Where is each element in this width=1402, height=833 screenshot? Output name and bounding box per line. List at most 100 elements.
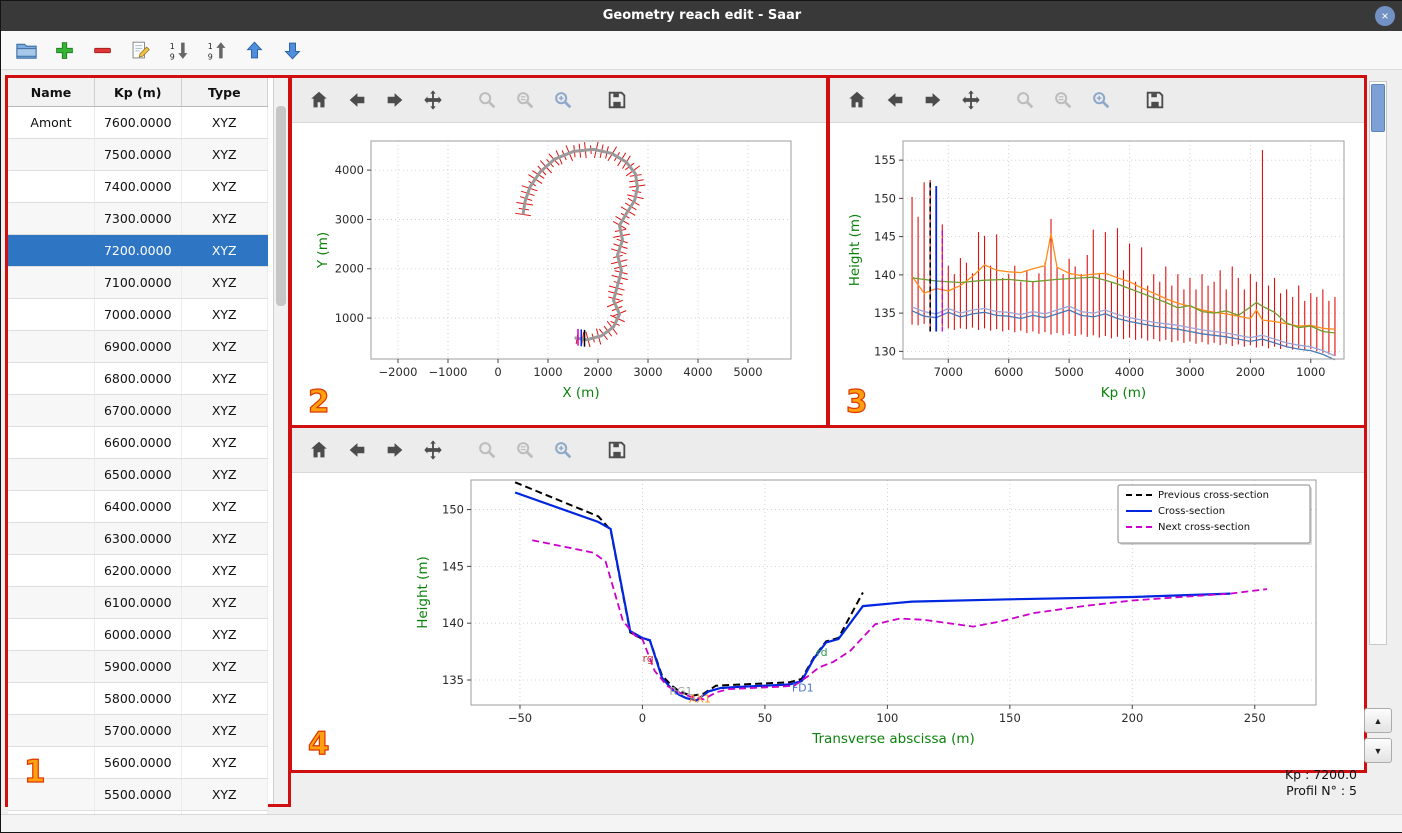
table-cell[interactable] (8, 651, 95, 683)
table-cell[interactable]: XYZ (181, 459, 268, 491)
home-button[interactable] (304, 85, 334, 115)
table-cell[interactable]: 5500.0000 (95, 779, 182, 811)
table-cell[interactable]: XYZ (181, 171, 268, 203)
table-cell[interactable]: 7100.0000 (95, 267, 182, 299)
table-row[interactable]: 7300.0000XYZ (8, 203, 268, 235)
table-cell[interactable]: XYZ (181, 107, 268, 139)
previous-profile-button[interactable]: ▲ (1364, 708, 1392, 733)
table-row[interactable]: 5500.0000XYZ (8, 779, 268, 811)
plan-view-plot[interactable]: −2000−1000010002000300040005000100020003… (292, 123, 820, 423)
pan-button[interactable] (418, 435, 448, 465)
table-cell[interactable] (8, 235, 95, 267)
edit-profile-button[interactable] (125, 35, 155, 65)
table-row[interactable]: 5600.0000XYZ (8, 747, 268, 779)
table-cell[interactable] (8, 523, 95, 555)
table-cell[interactable]: XYZ (181, 715, 268, 747)
table-cell[interactable]: XYZ (181, 363, 268, 395)
zoom-button[interactable] (472, 435, 502, 465)
table-cell[interactable] (8, 555, 95, 587)
table-cell[interactable]: 7200.0000 (95, 235, 182, 267)
table-scrollbar[interactable] (273, 78, 288, 804)
cross-section-plot[interactable]: rgrdRG1AX1FD1−50050100150200250135140145… (292, 473, 1358, 765)
table-row[interactable]: Amont7600.0000XYZ (8, 107, 268, 139)
table-cell[interactable] (8, 619, 95, 651)
forward-button[interactable] (918, 85, 948, 115)
back-button[interactable] (880, 85, 910, 115)
home-button[interactable] (842, 85, 872, 115)
table-cell[interactable]: 6900.0000 (95, 331, 182, 363)
table-cell[interactable]: 6300.0000 (95, 523, 182, 555)
table-row[interactable]: 7500.0000XYZ (8, 139, 268, 171)
sort-ascending-button[interactable]: 19 (201, 35, 231, 65)
table-row[interactable]: 6500.0000XYZ (8, 459, 268, 491)
table-cell[interactable]: 6500.0000 (95, 459, 182, 491)
table-cell[interactable] (8, 491, 95, 523)
table-cell[interactable] (8, 171, 95, 203)
table-cell[interactable]: XYZ (181, 427, 268, 459)
table-cell[interactable]: XYZ (181, 555, 268, 587)
table-cell[interactable]: 6700.0000 (95, 395, 182, 427)
table-row[interactable]: 6700.0000XYZ (8, 395, 268, 427)
next-profile-button[interactable]: ▼ (1364, 738, 1392, 763)
table-row[interactable]: 6900.0000XYZ (8, 331, 268, 363)
table-row[interactable]: 7100.0000XYZ (8, 267, 268, 299)
table-cell[interactable]: 7500.0000 (95, 139, 182, 171)
table-cell[interactable] (8, 363, 95, 395)
table-cell[interactable]: 6000.0000 (95, 619, 182, 651)
table-row[interactable]: 5700.0000XYZ (8, 715, 268, 747)
table-cell[interactable]: 6800.0000 (95, 363, 182, 395)
table-row[interactable]: 7200.0000XYZ (8, 235, 268, 267)
table-cell[interactable] (8, 747, 95, 779)
table-cell[interactable]: XYZ (181, 587, 268, 619)
table-row[interactable]: 6200.0000XYZ (8, 555, 268, 587)
table-cell[interactable]: XYZ (181, 267, 268, 299)
table-cell[interactable] (8, 331, 95, 363)
table-cell[interactable]: XYZ (181, 779, 268, 811)
column-header[interactable]: Type (181, 78, 268, 107)
table-row[interactable]: 5900.0000XYZ (8, 651, 268, 683)
move-up-button[interactable] (239, 35, 269, 65)
open-file-button[interactable] (11, 35, 41, 65)
subplots-button[interactable] (510, 85, 540, 115)
subplots-button[interactable] (510, 435, 540, 465)
table-cell[interactable]: 6600.0000 (95, 427, 182, 459)
table-row[interactable]: 6800.0000XYZ (8, 363, 268, 395)
table-cell[interactable]: 6100.0000 (95, 587, 182, 619)
home-button[interactable] (304, 435, 334, 465)
customize-button[interactable] (548, 435, 578, 465)
pan-button[interactable] (956, 85, 986, 115)
sort-descending-button[interactable]: 19 (163, 35, 193, 65)
table-row[interactable]: 6100.0000XYZ (8, 587, 268, 619)
table-cell[interactable]: XYZ (181, 235, 268, 267)
longitudinal-plot[interactable]: 7000600050004000300020001000130135140145… (830, 123, 1358, 423)
table-cell[interactable]: 7000.0000 (95, 299, 182, 331)
table-row[interactable]: 6600.0000XYZ (8, 427, 268, 459)
table-cell[interactable]: 6200.0000 (95, 555, 182, 587)
table-row[interactable]: 5800.0000XYZ (8, 683, 268, 715)
delete-profile-button[interactable] (87, 35, 117, 65)
save-button[interactable] (602, 435, 632, 465)
table-row[interactable]: 7400.0000XYZ (8, 171, 268, 203)
table-row[interactable]: 6400.0000XYZ (8, 491, 268, 523)
table-row[interactable]: 6300.0000XYZ (8, 523, 268, 555)
table-cell[interactable] (8, 427, 95, 459)
table-cell[interactable]: XYZ (181, 139, 268, 171)
save-button[interactable] (1140, 85, 1170, 115)
table-cell[interactable]: XYZ (181, 395, 268, 427)
table-cell[interactable] (8, 395, 95, 427)
table-row[interactable]: 7000.0000XYZ (8, 299, 268, 331)
table-cell[interactable] (8, 139, 95, 171)
table-cell[interactable]: 5700.0000 (95, 715, 182, 747)
table-cell[interactable]: XYZ (181, 683, 268, 715)
zoom-button[interactable] (472, 85, 502, 115)
table-cell[interactable]: 5800.0000 (95, 683, 182, 715)
table-cell[interactable]: 7300.0000 (95, 203, 182, 235)
table-cell[interactable] (8, 267, 95, 299)
customize-button[interactable] (1086, 85, 1116, 115)
table-cell[interactable] (8, 203, 95, 235)
table-cell[interactable] (8, 459, 95, 491)
move-down-button[interactable] (277, 35, 307, 65)
table-cell[interactable]: XYZ (181, 747, 268, 779)
back-button[interactable] (342, 435, 372, 465)
add-profile-button[interactable] (49, 35, 79, 65)
